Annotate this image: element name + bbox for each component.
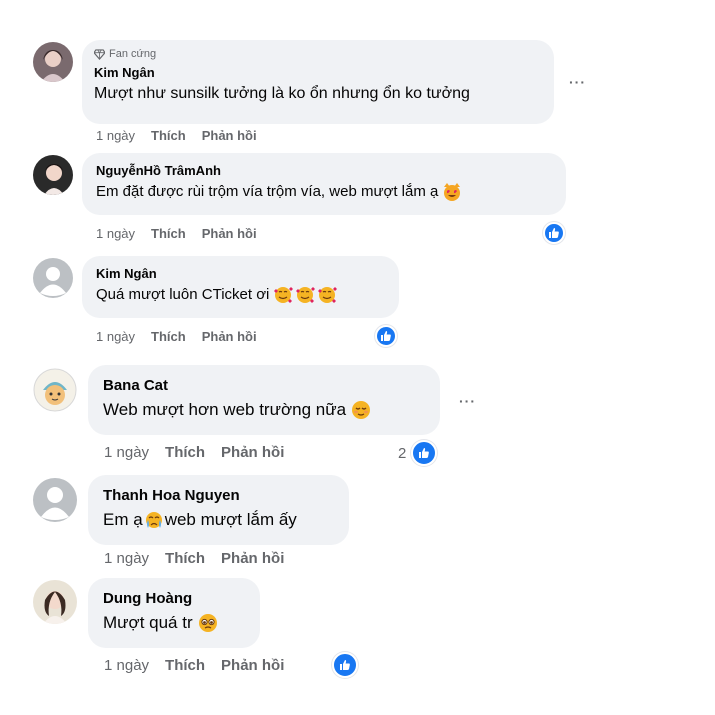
comment-text-content: Em đặt được rùi trộm vía trộm vía, web m… (96, 183, 439, 200)
like-link[interactable]: Thích (151, 329, 186, 345)
comment-author[interactable]: NguyễnHồ TrâmAnh (96, 163, 552, 179)
timestamp[interactable]: 1 ngày (104, 444, 149, 462)
reply-link[interactable]: Phản hồi (221, 550, 284, 568)
comment-author[interactable]: Kim Ngân (94, 65, 542, 81)
relieved-face-emoji (350, 399, 372, 421)
heart-eyes-cat-emoji (442, 182, 462, 202)
more-options-icon[interactable]: ··· (459, 394, 476, 408)
comment-actions: 1 ngày Thích Phản hồi (96, 226, 257, 242)
comment-author[interactable]: Kim Ngân (96, 266, 385, 282)
more-options-icon[interactable]: ··· (569, 75, 586, 89)
like-link[interactable]: Thích (151, 128, 186, 144)
avatar[interactable] (33, 258, 73, 298)
comment-author[interactable]: Bana Cat (103, 377, 425, 395)
comment-bubble: Kim Ngân Quá mượt luôn CTicket ơi (82, 256, 399, 318)
reply-link[interactable]: Phản hồi (202, 128, 257, 144)
comment-bubble: Dung Hoàng Mượt quá tr (88, 578, 260, 648)
reply-link[interactable]: Phản hồi (221, 444, 284, 462)
top-fan-badge[interactable]: Fan cứng (94, 48, 542, 61)
timestamp[interactable]: 1 ngày (104, 657, 149, 675)
crying-face-emoji (144, 510, 164, 530)
avatar[interactable] (33, 478, 77, 522)
like-reaction-icon[interactable] (375, 325, 397, 347)
diamond-icon (94, 49, 105, 60)
avatar[interactable] (33, 368, 77, 412)
like-link[interactable]: Thích (165, 657, 205, 675)
avatar[interactable] (33, 155, 73, 195)
comment-actions: 1 ngày Thích Phản hồi (104, 444, 284, 462)
comment-bubble: Thanh Hoa Nguyen Em ạ web mượt lắm ấy (88, 475, 349, 545)
like-link[interactable]: Thích (165, 550, 205, 568)
comment-text: Web mượt hơn web trường nữa (103, 398, 425, 422)
comment-author[interactable]: Thanh Hoa Nguyen (103, 487, 334, 505)
avatar[interactable] (33, 580, 77, 624)
comment-text: Quá mượt luôn CTicket ơi (96, 285, 385, 305)
pleading-face-emoji (197, 612, 219, 634)
reply-link[interactable]: Phản hồi (202, 226, 257, 242)
comment-bubble: Fan cứng Kim Ngân Mượt như sunsilk tưởng… (82, 40, 554, 124)
comment-actions: 1 ngày Thích Phản hồi (96, 128, 257, 144)
comment-text: Mượt như sunsilk tưởng là ko ổn nhưng ổn… (94, 85, 470, 102)
comment-text-after: web mượt lắm ấy (164, 510, 297, 529)
comment-text-content: Quá mượt luôn CTicket ơi (96, 286, 270, 303)
like-link[interactable]: Thích (165, 444, 205, 462)
comment-text: Em ạ web mượt lắm ấy (103, 508, 334, 532)
like-link[interactable]: Thích (151, 226, 186, 242)
timestamp[interactable]: 1 ngày (96, 329, 135, 345)
smiling-face-with-hearts-emoji (273, 285, 339, 305)
reply-link[interactable]: Phản hồi (202, 329, 257, 345)
comment-bubble: Bana Cat Web mượt hơn web trường nữa (88, 365, 440, 435)
timestamp[interactable]: 1 ngày (96, 226, 135, 242)
reaction-count[interactable]: 2 (398, 446, 406, 462)
comment-bubble: NguyễnHồ TrâmAnh Em đặt được rùi trộm ví… (82, 153, 566, 215)
timestamp[interactable]: 1 ngày (96, 128, 135, 144)
comment-actions: 1 ngày Thích Phản hồi (104, 550, 284, 568)
comment-text: Em đặt được rùi trộm vía trộm vía, web m… (96, 182, 552, 202)
like-reaction-icon[interactable] (332, 652, 358, 678)
reply-link[interactable]: Phản hồi (221, 657, 284, 675)
timestamp[interactable]: 1 ngày (104, 550, 149, 568)
comment-actions: 1 ngày Thích Phản hồi (104, 657, 284, 675)
avatar[interactable] (33, 42, 73, 82)
comment-author[interactable]: Dung Hoàng (103, 590, 245, 608)
comment-text-before: Em ạ (103, 510, 143, 529)
comment-text: Mượt quá tr (103, 611, 245, 635)
badge-label: Fan cứng (109, 48, 157, 60)
comment-actions: 1 ngày Thích Phản hồi (96, 329, 257, 345)
comment-text-content: Web mượt hơn web trường nữa (103, 400, 347, 419)
like-reaction-icon[interactable] (411, 440, 437, 466)
like-reaction-icon[interactable] (543, 222, 565, 244)
comment-text-content: Mượt quá tr (103, 613, 193, 632)
